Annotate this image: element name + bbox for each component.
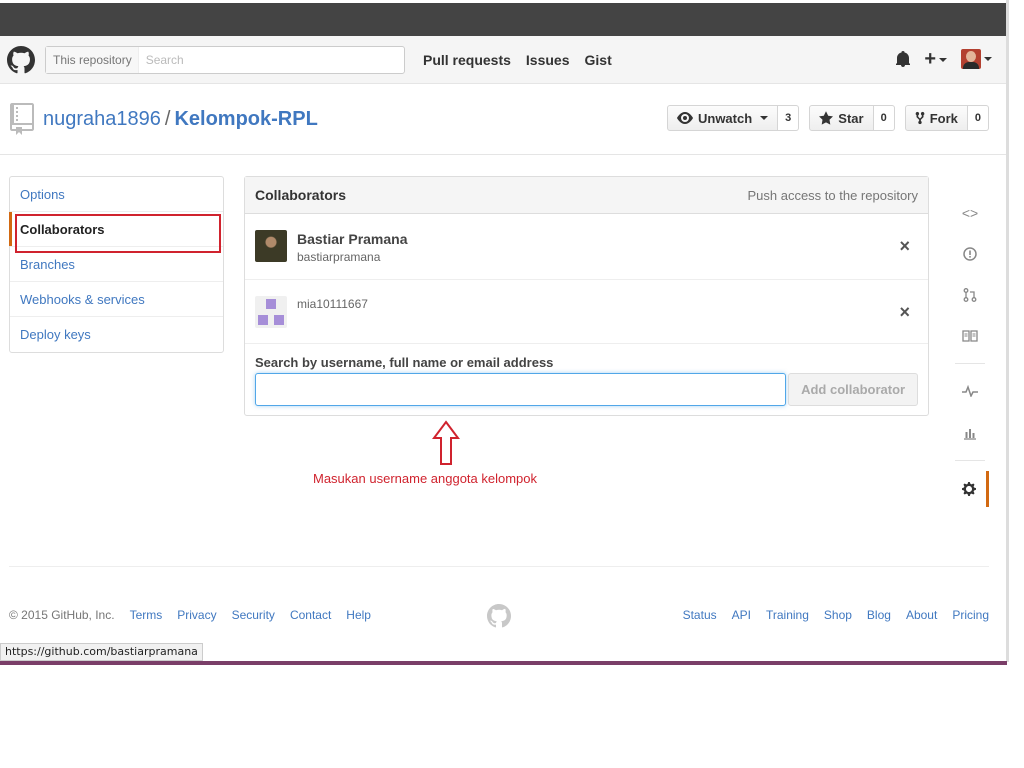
fork-label: Fork xyxy=(929,110,958,126)
menu-item-options[interactable]: Options xyxy=(10,177,223,212)
github-logo-icon[interactable] xyxy=(7,46,35,74)
collaborator-row: mia10111667 × xyxy=(245,280,928,344)
footer-link-training[interactable]: Training xyxy=(766,608,809,622)
repo-name-link[interactable]: Kelompok-RPL xyxy=(174,108,317,130)
chevron-down-icon xyxy=(939,57,947,62)
sidebar-item-settings[interactable] xyxy=(951,471,989,507)
footer-link-terms[interactable]: Terms xyxy=(130,608,163,622)
footer-link-status[interactable]: Status xyxy=(683,608,717,622)
bell-icon[interactable] xyxy=(896,51,911,67)
nav-pull-requests[interactable]: Pull requests xyxy=(423,52,511,68)
panel-header: Collaborators Push access to the reposit… xyxy=(245,177,928,214)
unwatch-button[interactable]: Unwatch xyxy=(666,105,779,131)
unwatch-label: Unwatch xyxy=(697,110,753,126)
chevron-down-icon xyxy=(984,57,992,61)
browser-top-bar xyxy=(0,3,1007,36)
eye-icon xyxy=(676,112,693,124)
avatar[interactable] xyxy=(255,230,287,262)
footer-link-about[interactable]: About xyxy=(906,608,937,622)
fork-group: Fork 0 xyxy=(904,105,989,131)
code-icon[interactable]: <> xyxy=(960,203,980,223)
star-count[interactable]: 0 xyxy=(873,105,895,131)
close-icon[interactable]: × xyxy=(899,302,910,323)
repo-side-nav: <> xyxy=(951,180,989,510)
close-icon[interactable]: × xyxy=(899,236,910,257)
header-user-actions: + xyxy=(896,49,992,69)
star-label: Star xyxy=(838,110,864,126)
footer-link-privacy[interactable]: Privacy xyxy=(177,608,216,622)
annotation-text: Masukan username anggota kelompok xyxy=(313,471,538,486)
graphs-icon[interactable] xyxy=(960,423,980,443)
repo-owner-link[interactable]: nugraha1896 xyxy=(43,108,161,130)
avatar xyxy=(961,49,981,69)
footer-link-shop[interactable]: Shop xyxy=(824,608,852,622)
pull-request-icon[interactable] xyxy=(960,285,980,305)
create-new-button[interactable]: + xyxy=(924,49,947,69)
menu-item-deploy-keys[interactable]: Deploy keys xyxy=(10,317,223,352)
repo-search[interactable]: This repository xyxy=(45,46,405,74)
footer-link-security[interactable]: Security xyxy=(232,608,275,622)
github-mark-icon[interactable] xyxy=(487,604,511,628)
footer-link-pricing[interactable]: Pricing xyxy=(952,608,989,622)
path-separator: / xyxy=(164,108,171,130)
menu-item-webhooks[interactable]: Webhooks & services xyxy=(10,282,223,317)
pulse-icon[interactable] xyxy=(960,381,980,401)
nav-divider xyxy=(955,460,985,461)
arrow-up-icon xyxy=(432,420,460,465)
window-scrollbar[interactable] xyxy=(1006,0,1009,662)
repo-actions: Unwatch 3 Star 0 Fork 0 xyxy=(666,105,989,131)
search-input[interactable] xyxy=(138,48,389,72)
footer-right: Status API Training Shop Blog About Pric… xyxy=(683,608,989,622)
panel-title: Collaborators xyxy=(255,187,347,203)
footer-left: © 2015 GitHub, Inc. Terms Privacy Securi… xyxy=(9,608,386,622)
link-status-bar: https://github.com/bastiarpramana xyxy=(0,643,203,661)
settings-menu: Options Collaborators Branches Webhooks … xyxy=(9,176,224,353)
collaborator-login[interactable]: bastiarpramana xyxy=(297,250,380,264)
wiki-icon[interactable] xyxy=(960,326,980,346)
footer-link-help[interactable]: Help xyxy=(346,608,371,622)
add-collaborator-button[interactable]: Add collaborator xyxy=(788,373,918,406)
taskbar-edge xyxy=(0,661,1007,665)
collaborator-name[interactable]: Bastiar Pramana xyxy=(297,231,408,247)
star-group: Star 0 xyxy=(809,105,895,131)
gear-icon xyxy=(962,482,976,496)
star-icon xyxy=(819,111,834,125)
footer-link-blog[interactable]: Blog xyxy=(867,608,891,622)
user-menu[interactable] xyxy=(961,49,992,69)
watch-count[interactable]: 3 xyxy=(778,105,800,131)
collaborator-login[interactable]: mia10111667 xyxy=(297,297,368,311)
nav-gist[interactable]: Gist xyxy=(585,52,612,68)
add-collaborator-label: Search by username, full name or email a… xyxy=(255,355,554,370)
collaborator-search-input[interactable] xyxy=(255,373,787,406)
add-collaborator-section: Search by username, full name or email a… xyxy=(245,344,928,406)
annotation-highlight-box xyxy=(15,214,221,253)
chevron-down-icon xyxy=(760,116,769,120)
site-header: This repository Pull requests Issues Gis… xyxy=(0,36,1006,84)
collaborators-panel: Collaborators Push access to the reposit… xyxy=(244,176,929,416)
collaborator-row: Bastiar Pramana bastiarpramana × xyxy=(245,214,928,280)
issues-icon[interactable] xyxy=(960,244,980,264)
copyright: © 2015 GitHub, Inc. xyxy=(9,608,115,622)
repo-title: nugraha1896/Kelompok-RPL xyxy=(43,108,318,131)
watch-group: Unwatch 3 xyxy=(666,105,800,131)
fork-count[interactable]: 0 xyxy=(967,105,989,131)
repo-icon xyxy=(10,103,34,135)
star-button[interactable]: Star xyxy=(809,105,874,131)
nav-issues[interactable]: Issues xyxy=(526,52,570,68)
footer-divider xyxy=(9,566,989,567)
avatar[interactable] xyxy=(255,296,287,328)
nav-divider xyxy=(955,363,985,364)
repo-header: nugraha1896/Kelompok-RPL Unwatch 3 Star … xyxy=(0,84,1006,155)
add-collaborator-row: Add collaborator xyxy=(255,373,918,406)
search-scope-label: This repository xyxy=(46,47,139,73)
main-nav: Pull requests Issues Gist xyxy=(423,52,612,68)
footer-link-api[interactable]: API xyxy=(732,608,751,622)
panel-note: Push access to the repository xyxy=(747,187,918,203)
footer-link-contact[interactable]: Contact xyxy=(290,608,331,622)
fork-button[interactable]: Fork xyxy=(904,105,968,131)
fork-icon xyxy=(915,111,925,125)
